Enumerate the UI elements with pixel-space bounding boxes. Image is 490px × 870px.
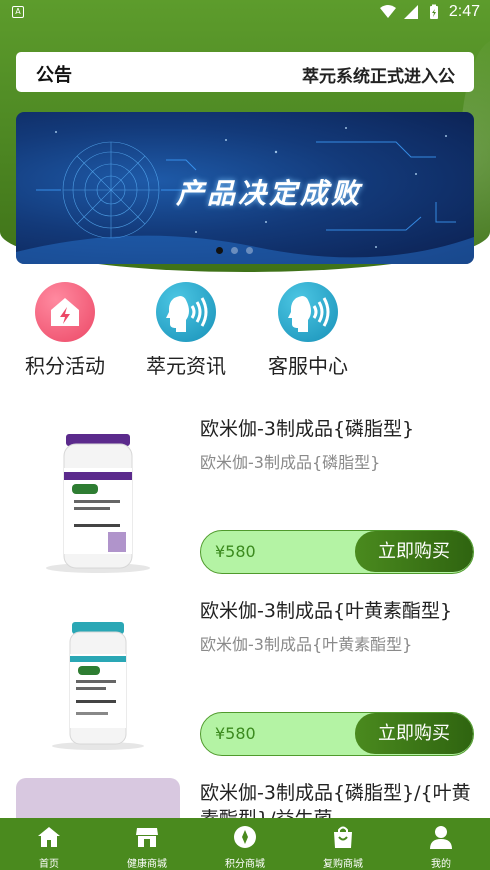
quick-menu-label: 积分活动 — [25, 354, 105, 378]
product-title[interactable]: 欧米伽-3制成品{叶黄素酯型} — [200, 598, 480, 624]
quick-menu-customer-service[interactable]: 客服中心 — [248, 282, 368, 379]
nav-label: 积分商城 — [225, 859, 265, 870]
product-card[interactable]: 欧米伽-3制成品{磷脂型} 欧米伽-3制成品{磷脂型} ¥580 立即购买 — [0, 402, 490, 582]
points-icon — [234, 826, 256, 848]
status-bar: A 2:47 — [0, 0, 490, 26]
nav-points-store[interactable]: 积分商城 — [196, 818, 294, 870]
quick-menu-label: 客服中心 — [268, 354, 348, 378]
user-icon — [430, 826, 452, 849]
carousel-indicator — [216, 247, 253, 254]
carousel-dot[interactable] — [216, 247, 223, 254]
product-image — [52, 622, 144, 750]
buy-now-button[interactable]: 立即购买 — [355, 531, 473, 572]
buy-now-button[interactable]: 立即购买 — [355, 713, 473, 754]
announcement-bar[interactable]: 公告 萃元系统正式进入公 — [16, 52, 474, 92]
home-icon — [38, 827, 60, 847]
battery-icon — [429, 4, 438, 19]
nav-label: 我的 — [431, 859, 451, 870]
product-card[interactable]: 欧米伽-3制成品{叶黄素酯型} 欧米伽-3制成品{叶黄素酯型} ¥580 立即购… — [0, 584, 490, 764]
banner-title: 产品决定成败 — [176, 177, 363, 210]
bottom-navigation: 首页 健康商城 积分商城 复购商城 我的 — [0, 818, 490, 870]
price-bar: ¥580 立即购买 — [200, 530, 474, 574]
carousel-dot[interactable] — [231, 247, 238, 254]
promo-banner[interactable]: 产品决定成败 — [16, 112, 474, 264]
product-subtitle: 欧米伽-3制成品{磷脂型} — [200, 453, 381, 472]
product-title[interactable]: 欧米伽-3制成品{磷脂型} — [200, 416, 480, 442]
quick-menu-points-activity[interactable]: 积分活动 — [5, 282, 125, 379]
nav-label: 健康商城 — [127, 859, 167, 870]
wifi-icon — [379, 5, 396, 18]
clock: 2:47 — [448, 3, 480, 20]
carousel-dot[interactable] — [246, 247, 253, 254]
price-bar: ¥580 立即购买 — [200, 712, 474, 756]
signal-icon — [403, 5, 418, 19]
notification-icon: A — [12, 6, 24, 18]
home-bolt-icon — [35, 282, 95, 342]
announcement-label: 公告 — [36, 65, 72, 86]
nav-label: 首页 — [39, 859, 59, 870]
product-price: ¥580 — [215, 542, 256, 561]
nav-repurchase-store[interactable]: 复购商城 — [294, 818, 392, 870]
product-image — [46, 434, 150, 573]
nav-health-store[interactable]: 健康商城 — [98, 818, 196, 870]
quick-menu-label: 萃元资讯 — [146, 354, 226, 378]
voice-head-icon — [278, 282, 338, 342]
nav-label: 复购商城 — [323, 859, 363, 870]
voice-head-icon — [156, 282, 216, 342]
product-subtitle: 欧米伽-3制成品{叶黄素酯型} — [200, 635, 413, 654]
nav-profile[interactable]: 我的 — [392, 818, 490, 870]
store-icon — [136, 828, 158, 847]
bag-icon — [334, 826, 352, 848]
announcement-text[interactable]: 萃元系统正式进入公 — [302, 62, 455, 87]
quick-menu-news[interactable]: 萃元资讯 — [126, 282, 246, 379]
product-image — [16, 778, 180, 822]
nav-home[interactable]: 首页 — [0, 818, 98, 870]
product-price: ¥580 — [215, 724, 256, 743]
